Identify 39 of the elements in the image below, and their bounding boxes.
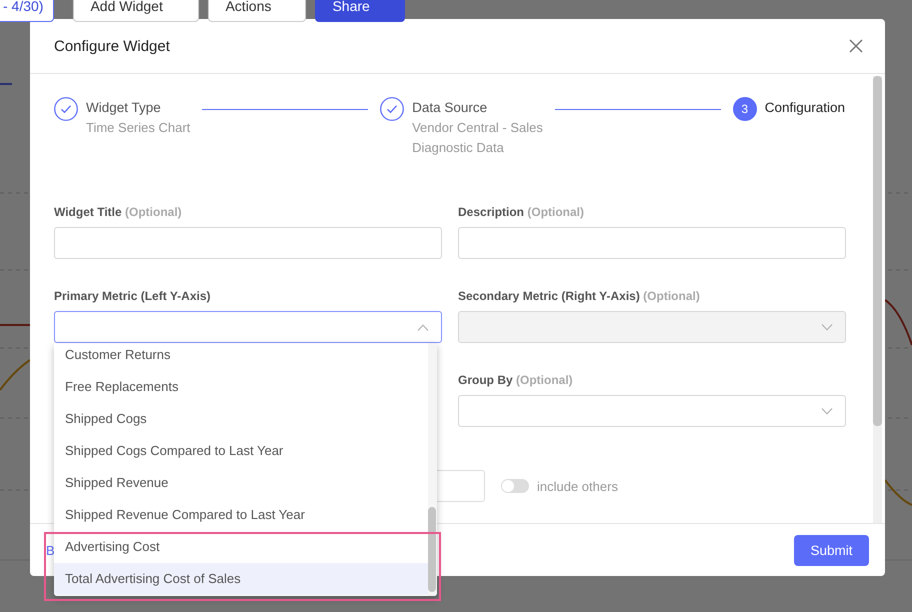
toggle-label: include others: [537, 478, 618, 494]
input-field[interactable]: [458, 227, 846, 259]
toolbar-button[interactable]: Add Widget: [73, 0, 200, 22]
caret-icon: [821, 408, 833, 415]
input-field[interactable]: [54, 227, 442, 259]
dropdown-option[interactable]: Shipped Cogs Compared to Last Year: [54, 435, 428, 467]
dropdown-option[interactable]: Customer Returns: [54, 343, 428, 371]
toolbar-button[interactable]: Share: [315, 0, 406, 22]
step-detail: Time Series Chart: [86, 120, 190, 135]
toolbar-button[interactable]: Actions: [208, 0, 306, 22]
select-field[interactable]: [54, 311, 442, 343]
step-title: Configuration: [764, 100, 846, 115]
toggle-switch[interactable]: [501, 479, 529, 493]
field-label: Secondary Metric (Right Y-Axis) (Optional): [458, 289, 701, 304]
field-label: Group By (Optional): [458, 373, 574, 388]
step-title: Data Source: [412, 100, 488, 115]
back-link[interactable]: B: [46, 542, 55, 558]
scrollbar[interactable]: [873, 76, 882, 523]
caret-icon: [821, 324, 833, 331]
dropdown-option[interactable]: Advertising Cost: [54, 531, 428, 563]
step-title: Widget Type: [86, 100, 162, 115]
toolbar-button[interactable]: - 4/30): [0, 0, 54, 22]
select-field[interactable]: [458, 395, 846, 427]
dropdown-option[interactable]: Shipped Cogs: [54, 403, 428, 435]
dropdown-option[interactable]: Total Advertising Cost of Sales: [54, 563, 428, 595]
dropdown-option[interactable]: Shipped Revenue Compared to Last Year: [54, 499, 428, 531]
field-label: Description (Optional): [458, 205, 586, 220]
scrollbar[interactable]: [428, 343, 437, 596]
field-label: Widget Title (Optional): [54, 205, 183, 220]
field-label: Primary Metric (Left Y-Axis): [54, 289, 212, 304]
step-detail: Diagnostic Data: [412, 140, 505, 155]
dropdown-option[interactable]: Shipped Revenue: [54, 467, 428, 499]
step-detail: Vendor Central - Sales: [412, 120, 543, 135]
caret-icon: [417, 324, 429, 331]
submit-button[interactable]: Submit: [794, 534, 869, 566]
dropdown-option[interactable]: Free Replacements: [54, 371, 428, 403]
step-number: 3: [732, 97, 757, 121]
close-icon[interactable]: [849, 39, 863, 53]
dialog-title: Configure Widget: [54, 38, 170, 54]
